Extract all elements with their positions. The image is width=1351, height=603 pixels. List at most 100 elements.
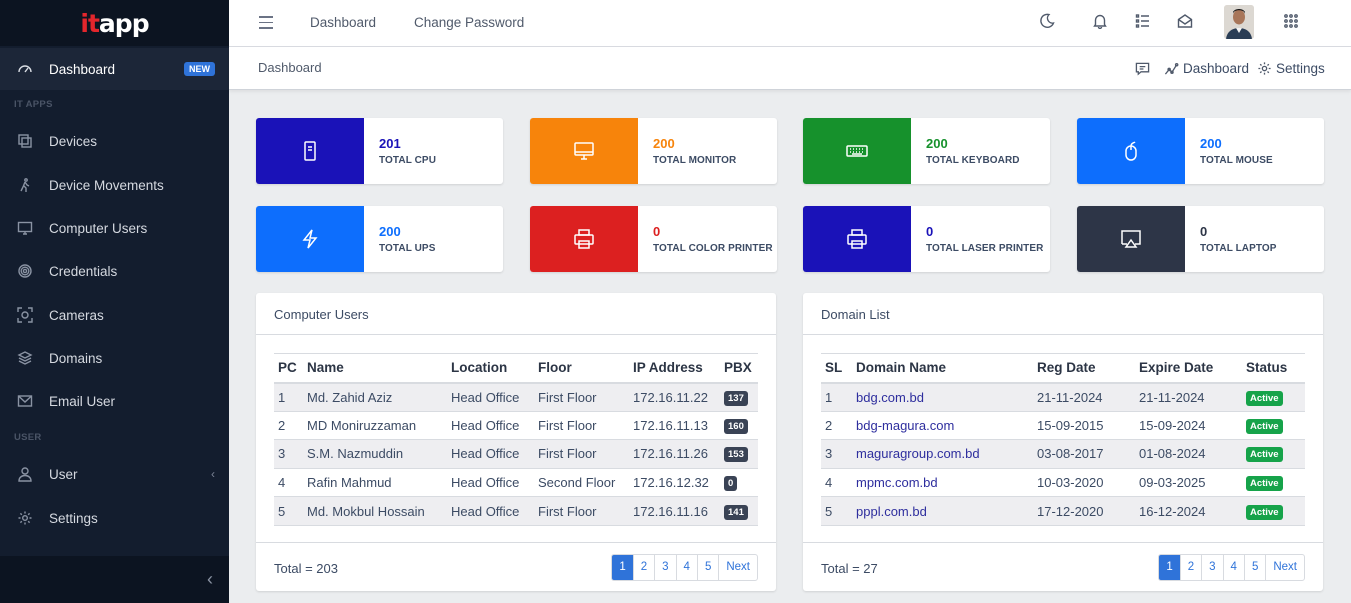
sidebar-item-dashboard[interactable]: Dashboard NEW [0, 48, 229, 90]
stat-card-cpu[interactable]: 201 TOTAL CPU [256, 118, 503, 184]
column-header: Status [1242, 353, 1305, 384]
column-header: Expire Date [1135, 353, 1242, 384]
page-button-3[interactable]: 3 [654, 555, 675, 580]
sidebar-item-email-user[interactable]: Email User [0, 380, 229, 422]
stat-card-mouse[interactable]: 200 TOTAL MOUSE [1077, 118, 1324, 184]
sidebar-item-label: Cameras [49, 307, 104, 323]
total-count: Total = 27 [821, 561, 878, 576]
apps-grid-icon[interactable] [1283, 13, 1301, 31]
sidebar-item-cameras[interactable]: Cameras [0, 294, 229, 336]
status-badge: Active [1246, 390, 1283, 406]
stat-card-laser-printer[interactable]: 0 TOTAL LASER PRINTER [803, 206, 1050, 272]
pbx-badge: 153 [724, 447, 748, 463]
stat-card-monitor[interactable]: 200 TOTAL MONITOR [530, 118, 777, 184]
table-row[interactable]: 5 pppl.com.bd 17-12-2020 16-12-2024 Acti… [821, 496, 1305, 526]
cell-expire-date: 16-12-2024 [1135, 496, 1242, 526]
table-row[interactable]: 5 Md. Mokbul Hossain Head Office First F… [274, 496, 758, 526]
sidebar-item-user[interactable]: User ‹ [0, 453, 229, 495]
page-button-3[interactable]: 3 [1201, 555, 1222, 580]
cell-pc: 5 [274, 496, 303, 526]
next-page-button[interactable]: Next [1265, 555, 1304, 580]
pbx-badge: 0 [724, 476, 738, 492]
domain-link[interactable]: bdg.com.bd [852, 382, 1033, 412]
stat-card-laptop[interactable]: 0 TOTAL LAPTOP [1077, 206, 1324, 272]
sidebar-item-label: Email User [49, 393, 116, 409]
table-row[interactable]: 3 maguragroup.com.bd 03-08-2017 01-08-20… [821, 439, 1305, 469]
walk-icon [16, 176, 34, 194]
section-title-it-apps: IT APPS [14, 99, 53, 110]
cell-sl: 5 [821, 496, 852, 526]
chat-icon[interactable] [1135, 61, 1154, 76]
column-header: PBX [720, 353, 758, 384]
brand-logo[interactable]: itapp [0, 0, 229, 46]
page-button-5[interactable]: 5 [1243, 555, 1265, 580]
table-row[interactable]: 4 Rafin Mahmud Head Office Second Floor … [274, 468, 758, 498]
computer-users-panel: Computer Users PC Name Location Floor IP… [256, 293, 776, 591]
cell-sl: 2 [821, 411, 852, 441]
breadcrumb[interactable]: Dashboard [258, 60, 322, 75]
subheader-settings-link[interactable]: Settings [1257, 61, 1325, 76]
stat-card-keyboard[interactable]: 200 TOTAL KEYBOARD [803, 118, 1050, 184]
page-button-1[interactable]: 1 [612, 555, 633, 580]
stat-label: TOTAL UPS [379, 243, 436, 254]
domain-link[interactable]: mpmc.com.bd [852, 468, 1033, 498]
table-row[interactable]: 1 Md. Zahid Aziz Head Office First Floor… [274, 382, 758, 412]
cell-floor: Second Floor [534, 468, 629, 498]
table-row[interactable]: 2 bdg-magura.com 15-09-2015 15-09-2024 A… [821, 411, 1305, 441]
sidebar-item-devices[interactable]: Devices [0, 120, 229, 162]
cell-status: Active [1242, 468, 1305, 498]
top-header: Dashboard Change Password [229, 0, 1351, 47]
header-link-dashboard[interactable]: Dashboard [310, 15, 376, 30]
next-page-button[interactable]: Next [718, 555, 757, 580]
panel-footer: Total = 203 1 2 3 4 5 Next [256, 542, 776, 591]
table-row[interactable]: 3 S.M. Nazmuddin Head Office First Floor… [274, 439, 758, 469]
total-count: Total = 203 [274, 561, 338, 576]
laptop-icon [1077, 206, 1185, 272]
sidebar-item-credentials[interactable]: Credentials [0, 250, 229, 292]
page-button-4[interactable]: 4 [675, 555, 697, 580]
stat-label: TOTAL LAPTOP [1200, 243, 1277, 254]
table-row[interactable]: 2 MD Moniruzzaman Head Office First Floo… [274, 411, 758, 441]
moon-icon[interactable] [1039, 13, 1057, 31]
column-header: Domain Name [852, 353, 1033, 384]
envelope-open-icon[interactable] [1177, 13, 1195, 31]
task-list-icon[interactable] [1135, 13, 1153, 31]
page-button-2[interactable]: 2 [1179, 555, 1201, 580]
domain-link[interactable]: bdg-magura.com [852, 411, 1033, 441]
page-button-5[interactable]: 5 [696, 555, 718, 580]
header-link-change-password[interactable]: Change Password [414, 15, 524, 30]
table-row[interactable]: 4 mpmc.com.bd 10-03-2020 09-03-2025 Acti… [821, 468, 1305, 498]
stat-card-ups[interactable]: 200 TOTAL UPS [256, 206, 503, 272]
brand-it: it [80, 8, 100, 38]
panel-title: Domain List [803, 293, 1323, 335]
keyboard-icon [803, 118, 911, 184]
domain-link[interactable]: pppl.com.bd [852, 496, 1033, 526]
table-row[interactable]: 1 bdg.com.bd 21-11-2024 21-11-2024 Activ… [821, 382, 1305, 412]
printer-icon [803, 206, 911, 272]
monitor-icon [16, 219, 34, 237]
sidebar-item-label: Devices [49, 133, 98, 149]
cell-status: Active [1242, 411, 1305, 441]
cell-floor: First Floor [534, 411, 629, 441]
sidebar-item-domains[interactable]: Domains [0, 337, 229, 379]
column-header: PC [274, 353, 303, 384]
sidebar-item-settings[interactable]: Settings [0, 497, 229, 539]
sidebar-item-device-movements[interactable]: Device Movements [0, 164, 229, 206]
cell-pbx: 153 [720, 439, 758, 469]
domain-link[interactable]: maguragroup.com.bd [852, 439, 1033, 469]
page-button-2[interactable]: 2 [632, 555, 654, 580]
sidebar-item-label: Credentials [49, 263, 118, 279]
page-button-1[interactable]: 1 [1159, 555, 1180, 580]
avatar[interactable] [1224, 5, 1254, 39]
cell-status: Active [1242, 496, 1305, 526]
stat-card-color-printer[interactable]: 0 TOTAL COLOR PRINTER [530, 206, 777, 272]
bell-icon[interactable] [1092, 13, 1110, 31]
page-button-4[interactable]: 4 [1222, 555, 1244, 580]
subheader-dashboard-link[interactable]: Dashboard [1164, 61, 1249, 76]
sidebar-toggle[interactable]: ‹ [0, 556, 229, 603]
stat-label: TOTAL LASER PRINTER [926, 243, 1044, 254]
sidebar-item-computer-users[interactable]: Computer Users [0, 207, 229, 249]
cell-location: Head Office [447, 411, 534, 441]
hamburger-menu-icon[interactable] [259, 16, 273, 33]
chevron-left-icon: ‹ [211, 467, 215, 481]
